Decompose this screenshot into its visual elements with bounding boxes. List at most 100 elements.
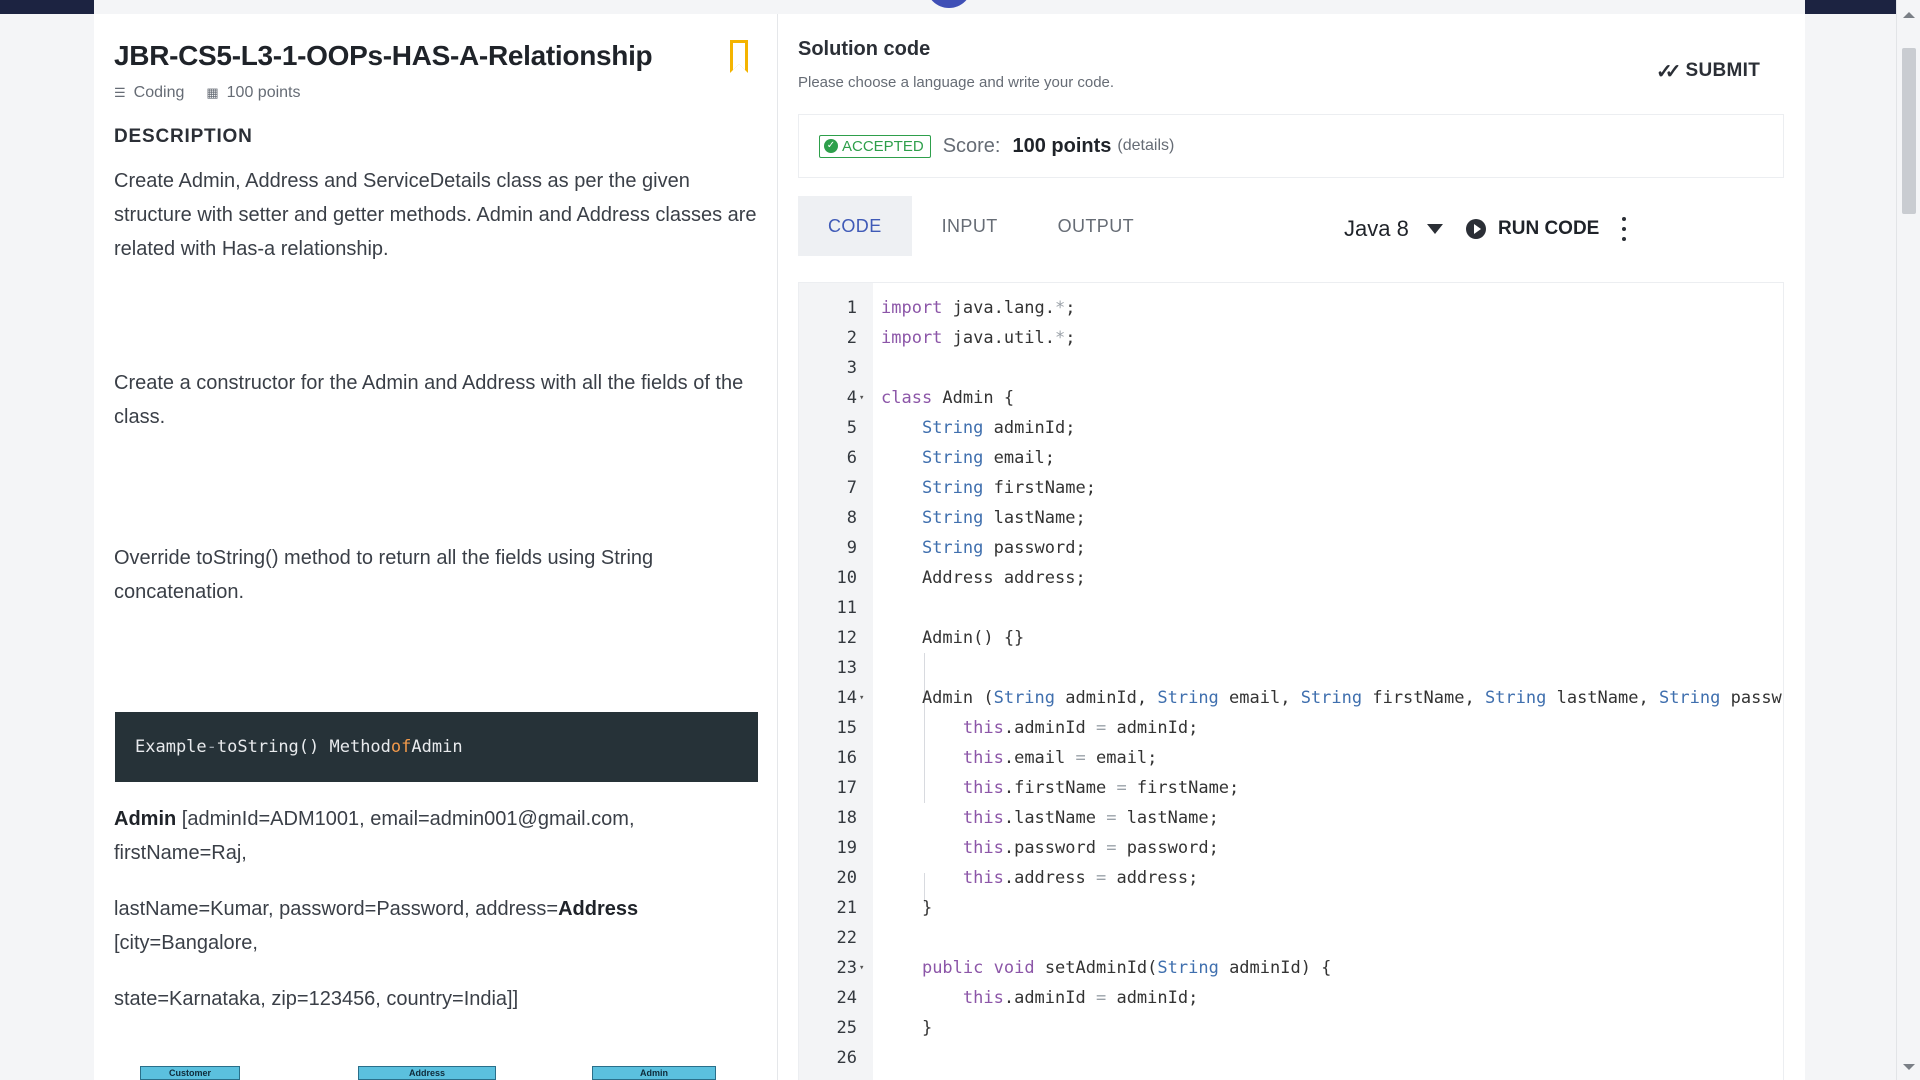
code-line[interactable]: 23 ▾ public void setAdminId(String adminI… — [799, 953, 1783, 983]
code-text: this.firstName = firstName; — [962, 778, 1240, 798]
run-code-button[interactable]: RUN CODE — [1466, 212, 1599, 246]
double-check-icon: ✓✓ — [1656, 60, 1681, 83]
code-editor[interactable]: 1 import java.lang.*; 2 import java.util.*;… — [798, 282, 1784, 1080]
score-details-link[interactable]: (details) — [1117, 137, 1174, 155]
code-line[interactable]: 11 — [799, 593, 1783, 623]
tab-output[interactable]: OUTPUT — [1028, 196, 1164, 256]
code-line[interactable]: 2 import java.util.*; — [799, 323, 1783, 353]
page-scrollbar[interactable] — [1896, 0, 1920, 1080]
code-line[interactable]: 25 } — [799, 1013, 1783, 1043]
scroll-down-icon[interactable] — [1903, 1064, 1915, 1070]
line-number: 17 — [836, 778, 857, 798]
code-line[interactable]: 5 String adminId; — [799, 413, 1783, 443]
list-icon: ☰ — [114, 85, 126, 100]
line-number: 4 — [846, 388, 857, 408]
example-text-mid: toString() Method — [216, 737, 391, 757]
code-line[interactable]: 13 — [799, 653, 1783, 683]
scrollbar-thumb[interactable] — [1902, 48, 1916, 214]
language-select[interactable]: Java 8 — [1344, 212, 1443, 246]
problem-card: JBR-CS5-L3-1-OOPs-HAS-A-Relationship ☰ Co… — [94, 14, 1805, 1080]
code-line[interactable]: 9 String password; — [799, 533, 1783, 563]
output-class-admin: Admin — [114, 808, 177, 830]
fold-toggle-icon[interactable]: ▾ — [859, 683, 864, 713]
code-text: Admin() {} — [881, 628, 1025, 648]
line-number: 19 — [836, 838, 857, 858]
fold-toggle-icon[interactable]: ▾ — [859, 953, 864, 983]
code-line[interactable]: 19 this.password = password; — [799, 833, 1783, 863]
code-line[interactable]: 24 this.adminId = adminId; — [799, 983, 1783, 1013]
code-line[interactable]: 3 — [799, 353, 1783, 383]
status-badge: ✓ ACCEPTED — [819, 134, 931, 158]
problem-title: JBR-CS5-L3-1-OOPs-HAS-A-Relationship — [114, 40, 653, 71]
code-text: class Admin { — [881, 388, 1015, 408]
code-line[interactable]: 4 ▾ class Admin { — [799, 383, 1783, 413]
code-line[interactable]: 1 import java.lang.*; — [799, 293, 1783, 323]
code-text: String password; — [921, 538, 1086, 558]
line-number: 13 — [836, 658, 857, 678]
code-line[interactable]: 21 } — [799, 893, 1783, 923]
code-line[interactable]: 16 this.email = email; — [799, 743, 1783, 773]
fold-toggle-icon[interactable]: ▾ — [859, 383, 864, 413]
line-number: 1 — [846, 298, 857, 318]
code-text: import java.util.*; — [881, 328, 1076, 348]
line-number: 23 — [836, 958, 857, 978]
type-meta: ☰ Coding — [114, 84, 184, 102]
code-text: this.email = email; — [962, 748, 1158, 768]
scroll-up-icon[interactable] — [1903, 12, 1915, 18]
solution-panel: Solution code Please choose a language a… — [778, 14, 1805, 1080]
run-code-label: RUN CODE — [1498, 218, 1600, 239]
code-line[interactable]: 10 Address address; — [799, 563, 1783, 593]
code-line[interactable]: 8 String lastName; — [799, 503, 1783, 533]
line-number: 22 — [836, 928, 857, 948]
code-line[interactable]: 18 this.lastName = lastName; — [799, 803, 1783, 833]
code-line[interactable]: 14 ▾ Admin (String adminId, String email,… — [799, 683, 1783, 713]
line-number: 25 — [836, 1018, 857, 1038]
output-text-2b: [city=Bangalore, — [114, 932, 258, 954]
example-output-line-1: Admin [adminId=ADM1001, email=admin001@g… — [114, 802, 757, 870]
score-value: 100 points — [1012, 134, 1112, 157]
editor-tabs: CODE INPUT OUTPUT — [798, 196, 1164, 256]
line-number: 7 — [846, 478, 857, 498]
kebab-menu-icon[interactable] — [1621, 217, 1627, 241]
uml-box-customer: Customer — [140, 1066, 240, 1080]
tab-input[interactable]: INPUT — [912, 196, 1028, 256]
description-heading: DESCRIPTION — [114, 126, 253, 147]
code-line[interactable]: 17 this.firstName = firstName; — [799, 773, 1783, 803]
line-number: 15 — [836, 718, 857, 738]
line-number: 2 — [846, 328, 857, 348]
code-text: String adminId; — [921, 418, 1076, 438]
example-keyword: of — [390, 737, 412, 757]
code-text: } — [881, 1018, 933, 1038]
code-line[interactable]: 6 String email; — [799, 443, 1783, 473]
code-text: String email; — [921, 448, 1056, 468]
uml-box-address: Address — [358, 1066, 496, 1080]
code-line[interactable]: 26 — [799, 1043, 1783, 1073]
line-number: 3 — [846, 358, 857, 378]
code-line[interactable]: 20 this.address = address; — [799, 863, 1783, 893]
line-number: 14 — [836, 688, 857, 708]
bookmark-icon[interactable] — [730, 40, 748, 73]
code-line[interactable]: 15 this.adminId = adminId; — [799, 713, 1783, 743]
code-line[interactable]: 7 String firstName; — [799, 473, 1783, 503]
example-text-suffix: Admin — [411, 737, 463, 757]
solution-title: Solution code — [798, 38, 931, 60]
line-number: 16 — [836, 748, 857, 768]
description-paragraph-1: Create Admin, Address and ServiceDetails… — [114, 170, 757, 260]
line-number: 5 — [846, 418, 857, 438]
example-text-prefix: Example — [135, 737, 207, 757]
code-text: this.adminId = adminId; — [962, 988, 1199, 1008]
code-line[interactable]: 12 Admin() {} — [799, 623, 1783, 653]
code-text: import java.lang.*; — [881, 298, 1076, 318]
line-number: 6 — [846, 448, 857, 468]
points-label: 100 points — [226, 84, 301, 101]
tab-code[interactable]: CODE — [798, 196, 912, 256]
line-number: 12 — [836, 628, 857, 648]
code-text: String lastName; — [921, 508, 1086, 528]
solution-subtitle: Please choose a language and write your … — [798, 74, 1115, 91]
submit-button[interactable]: ✓✓ SUBMIT — [1656, 54, 1760, 88]
line-number: 9 — [846, 538, 857, 558]
code-line[interactable]: 22 — [799, 923, 1783, 953]
code-text: this.password = password; — [962, 838, 1219, 858]
line-number: 18 — [836, 808, 857, 828]
example-output-line-3: state=Karnataka, zip=123456, country=Ind… — [114, 988, 519, 1010]
